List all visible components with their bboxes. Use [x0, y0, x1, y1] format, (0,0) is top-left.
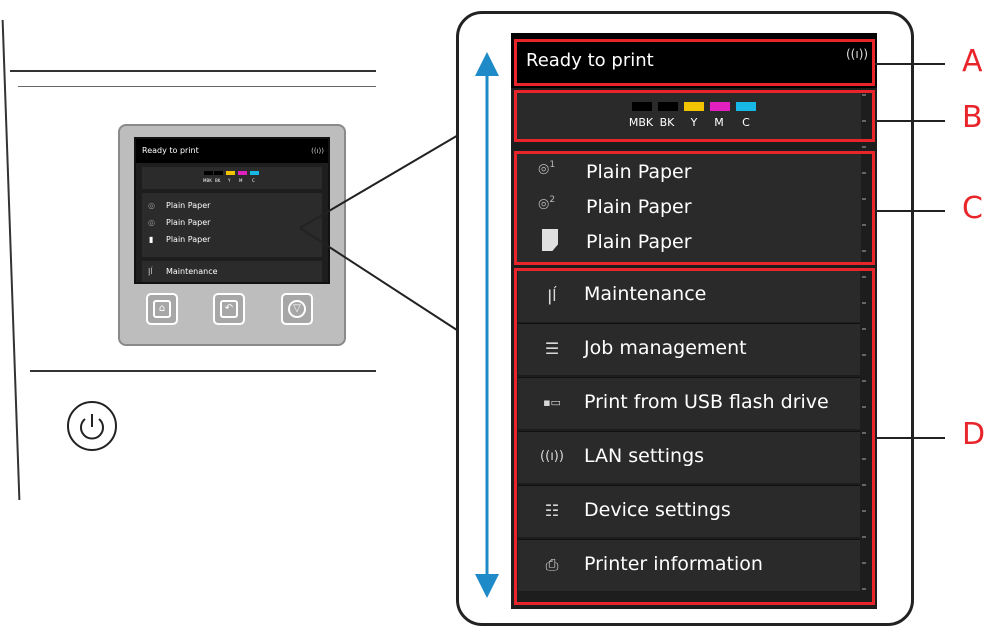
- callout-label-c: C: [962, 191, 983, 226]
- mini-paper-row-3: Plain Paper: [166, 235, 211, 244]
- callout-box-a: [514, 39, 875, 86]
- printer-middle-edge: [30, 370, 376, 372]
- mini-ink-label-mbk: MBK: [203, 178, 212, 183]
- mini-ink-label-bk: BK: [215, 178, 221, 183]
- mini-maintenance-label: Maintenance: [166, 267, 218, 276]
- callout-box-c: [514, 151, 875, 265]
- mini-ink-m: [238, 171, 247, 175]
- mini-ink-label-m: M: [239, 178, 243, 183]
- home-button[interactable]: ⌂: [146, 293, 178, 325]
- callout-label-b: B: [962, 100, 983, 135]
- mini-roll-2-icon: ◎: [148, 218, 155, 227]
- back-icon: ↶: [220, 300, 238, 318]
- callout-leader-b: [875, 120, 945, 122]
- callout-box-d: [514, 268, 875, 605]
- mini-ink-mbk: [204, 171, 213, 175]
- mini-paper-row-1: Plain Paper: [166, 201, 211, 210]
- home-icon: ⌂: [153, 300, 171, 318]
- mini-sheet-icon: ▮: [149, 235, 154, 244]
- callout-box-b: [514, 90, 875, 142]
- scroll-direction-arrow: [475, 52, 499, 598]
- mini-ink-c: [250, 171, 259, 175]
- power-button[interactable]: [67, 401, 117, 451]
- callout-leader-a: [875, 63, 945, 65]
- mini-ink-label-c: C: [252, 178, 255, 183]
- mini-tools-icon: ǀĺ: [148, 267, 153, 276]
- mini-ink-y: [226, 171, 235, 175]
- power-icon: [80, 414, 104, 440]
- callout-label-d: D: [962, 417, 986, 452]
- zoom-wedge: [299, 133, 461, 333]
- back-button[interactable]: ↶: [213, 293, 245, 325]
- callout-label-a: A: [962, 44, 983, 79]
- printer-edge-left: [1, 20, 21, 500]
- callout-leader-d: [875, 437, 945, 439]
- mini-paper-row-2: Plain Paper: [166, 218, 211, 227]
- printer-top-edge: [10, 70, 376, 72]
- mini-ink-bk: [214, 171, 223, 175]
- printer-top-edge-inner: [18, 86, 376, 87]
- callout-leader-c: [875, 210, 945, 212]
- mini-ink-label-y: Y: [228, 178, 231, 183]
- mini-roll-1-icon: ◎: [148, 201, 155, 210]
